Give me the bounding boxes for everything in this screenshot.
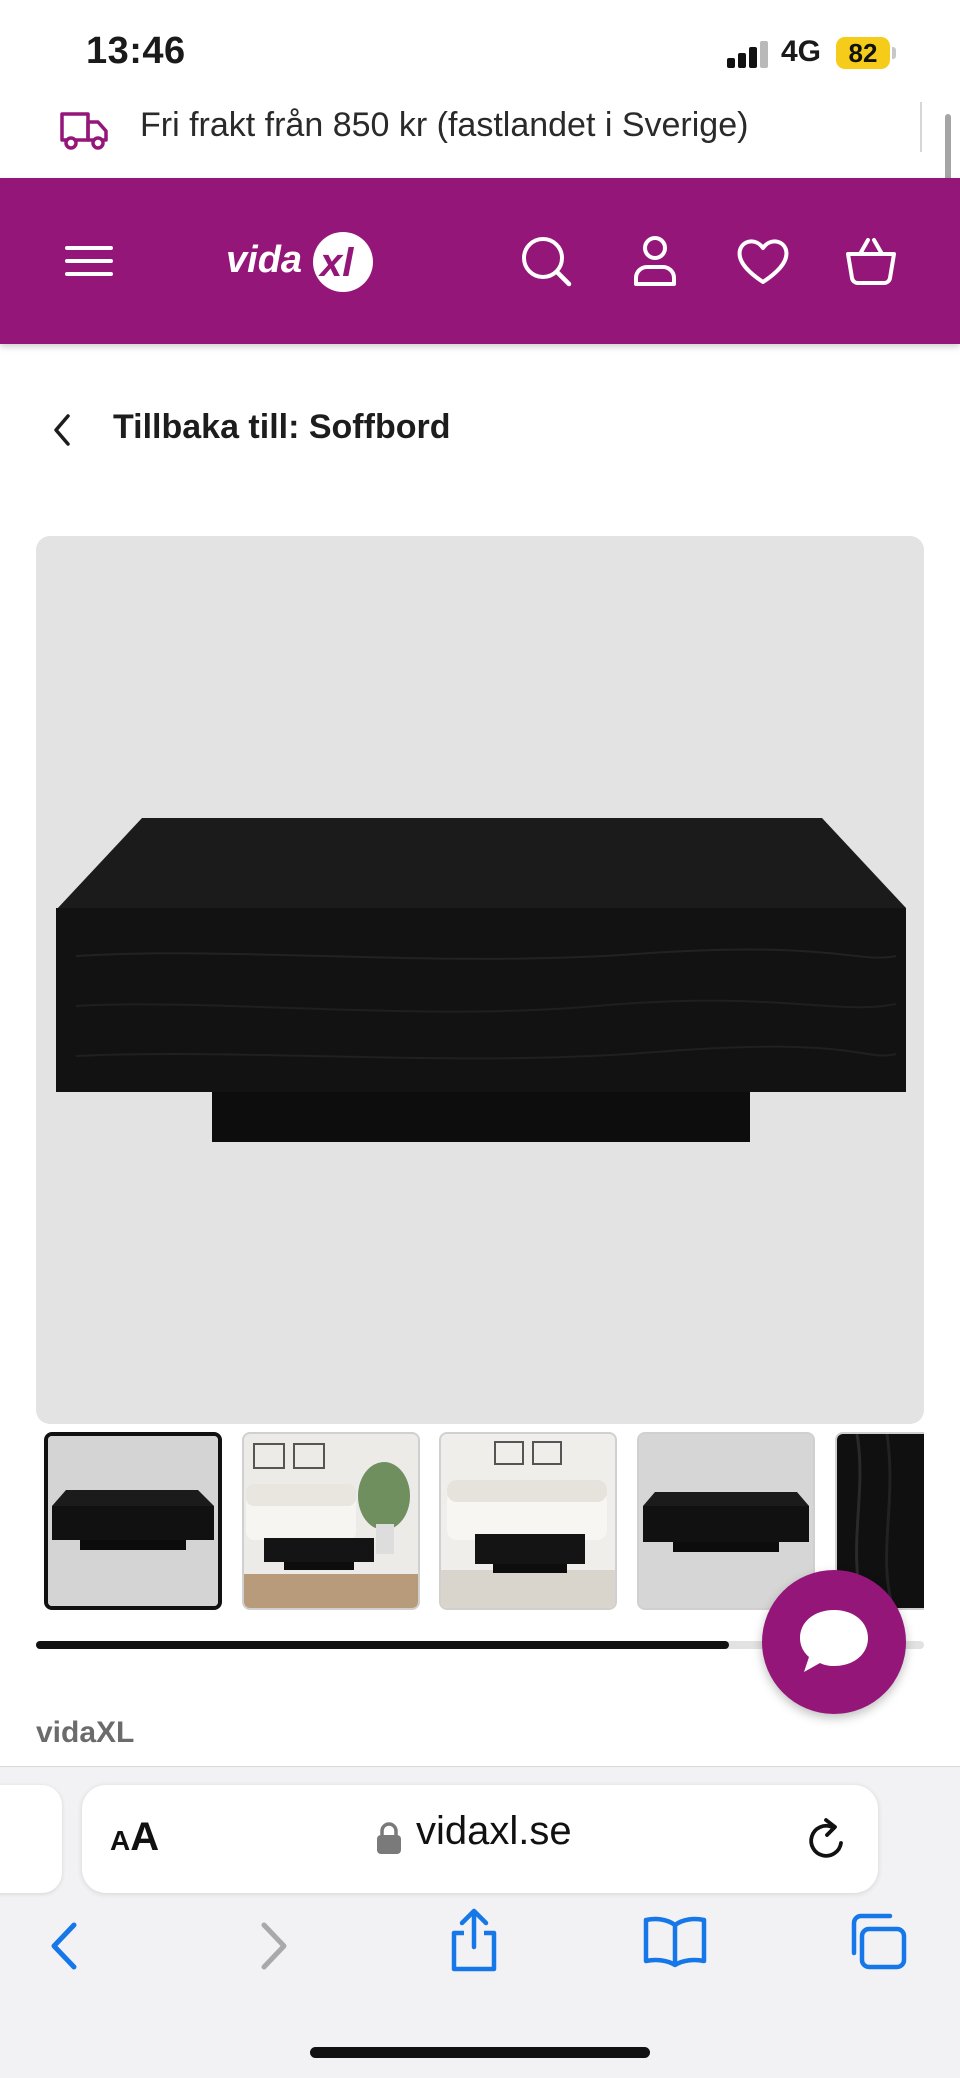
thumbnail-2[interactable] xyxy=(242,1432,420,1610)
coffee-table-image xyxy=(56,818,906,1142)
battery-tip xyxy=(892,47,896,59)
status-bar: 13:46 4G 82 xyxy=(0,0,960,96)
thumb-living-room-1 xyxy=(244,1434,418,1608)
lock-icon xyxy=(377,1822,401,1854)
battery-level: 82 xyxy=(836,37,890,69)
thumb-product-side xyxy=(639,1434,813,1608)
svg-text:xl: xl xyxy=(318,241,354,285)
signal-strength-icon xyxy=(727,40,769,68)
thumb-product-front xyxy=(48,1436,218,1606)
cart-basket-icon[interactable] xyxy=(838,228,904,294)
reload-icon[interactable] xyxy=(804,1815,850,1863)
thumbnail-3[interactable] xyxy=(439,1432,617,1610)
forward-icon[interactable] xyxy=(252,1917,296,1975)
menu-icon[interactable] xyxy=(57,228,123,294)
svg-text:vida: vida xyxy=(226,239,302,281)
back-link-label: Tillbaka till: Soffbord xyxy=(113,408,451,446)
bookmarks-icon[interactable] xyxy=(642,1913,708,1969)
address-bar[interactable]: AA vidaxl.se xyxy=(82,1785,878,1893)
thumb-living-room-2 xyxy=(441,1434,615,1608)
shipping-banner[interactable]: Fri frakt från 850 kr (fastlandet i Sver… xyxy=(0,96,960,178)
chevron-left-icon xyxy=(54,414,70,446)
tabs-icon[interactable] xyxy=(846,1911,910,1971)
shipping-text: Fri frakt från 850 kr (fastlandet i Sver… xyxy=(140,106,749,144)
back-icon[interactable] xyxy=(42,1917,86,1975)
vidaxl-logo[interactable]: vida xl xyxy=(224,220,384,300)
account-icon[interactable] xyxy=(622,228,688,294)
site-header: vida xl xyxy=(0,178,960,344)
status-time: 13:46 xyxy=(86,30,186,72)
chat-button[interactable] xyxy=(762,1570,906,1714)
text-size-button[interactable]: AA xyxy=(110,1815,159,1860)
delivery-truck-icon xyxy=(60,112,108,150)
wishlist-heart-icon[interactable] xyxy=(730,228,796,294)
product-brand[interactable]: vidaXL xyxy=(36,1716,134,1750)
banner-divider xyxy=(920,102,922,152)
home-indicator xyxy=(310,2047,650,2058)
browser-bottom-bar: AA vidaxl.se xyxy=(0,1766,960,2078)
previous-tab-preview[interactable] xyxy=(0,1785,62,1893)
share-icon[interactable] xyxy=(446,1907,502,1975)
url-text: vidaxl.se xyxy=(416,1809,572,1853)
gallery-scroll-progress xyxy=(36,1641,729,1649)
thumbnail-1[interactable] xyxy=(44,1432,222,1610)
search-icon[interactable] xyxy=(513,228,579,294)
thumbnail-4[interactable] xyxy=(637,1432,815,1610)
chat-bubble-icon xyxy=(800,1610,868,1672)
product-main-image[interactable] xyxy=(36,536,924,1424)
network-type: 4G xyxy=(781,35,822,68)
